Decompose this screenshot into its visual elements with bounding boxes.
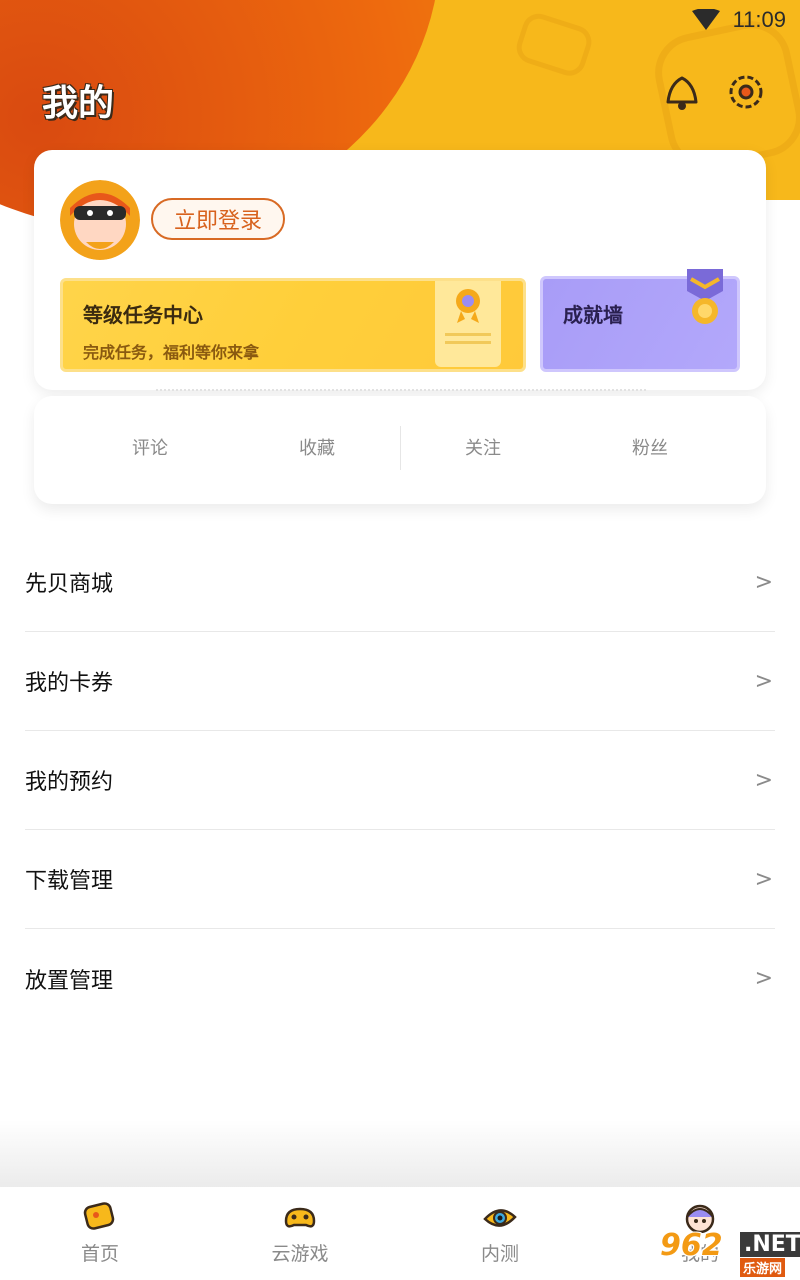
watermark-suffix: .NET xyxy=(740,1232,800,1257)
profile-card: 立即登录 等级任务中心 完成任务，福利等你来拿 成就墙 xyxy=(34,150,766,390)
watermark-site: 乐游网 xyxy=(740,1258,786,1277)
menu-item-label: 先贝商城 xyxy=(25,572,114,597)
login-button[interactable]: 立即登录 xyxy=(151,198,285,240)
chevron-right-icon: > xyxy=(754,866,773,892)
status-time: 11:09 xyxy=(732,7,786,32)
nav-tab-cloud-game[interactable]: 云游戏 xyxy=(200,1187,400,1280)
settings-gear-icon[interactable] xyxy=(724,70,768,114)
menu-item-reservations[interactable]: 我的预约 > xyxy=(25,731,775,830)
stat-fans[interactable]: 粉丝 xyxy=(600,434,700,460)
dotted-divider xyxy=(156,389,646,391)
menu-item-placement[interactable]: 放置管理 > xyxy=(25,929,775,1028)
task-center-title: 等级任务中心 xyxy=(83,303,203,327)
nav-tab-beta[interactable]: 内测 xyxy=(400,1187,600,1280)
wifi-icon xyxy=(691,9,720,30)
chevron-right-icon: > xyxy=(754,767,773,793)
chevron-right-icon: > xyxy=(754,966,773,991)
avatar[interactable] xyxy=(60,180,140,260)
stat-comments[interactable]: 评论 xyxy=(100,434,200,460)
home-icon xyxy=(83,1202,115,1230)
gamepad-decoration-icon xyxy=(516,13,592,76)
bottom-nav-shadow xyxy=(0,1120,800,1188)
menu-item-downloads[interactable]: 下载管理 > xyxy=(25,830,775,929)
menu-item-label: 放置管理 xyxy=(25,968,114,994)
menu-item-label: 我的预约 xyxy=(25,770,114,795)
menu-item-label: 我的卡券 xyxy=(25,671,114,696)
chevron-right-icon: > xyxy=(754,569,773,595)
medal-icon xyxy=(687,269,723,324)
beta-eye-icon xyxy=(483,1209,517,1227)
nav-label: 首页 xyxy=(80,1243,119,1265)
site-watermark: 962 .NET 乐游网 xyxy=(660,1228,800,1277)
nav-label: 云游戏 xyxy=(271,1243,329,1265)
watermark-number: 962 xyxy=(660,1228,723,1263)
menu-item-label: 下载管理 xyxy=(25,869,114,894)
bell-icon[interactable] xyxy=(660,70,704,114)
achievement-wall-card[interactable]: 成就墙 xyxy=(540,269,740,372)
page-title: 我的 xyxy=(42,83,115,124)
menu-item-shop[interactable]: 先贝商城 > xyxy=(25,533,775,632)
nav-label: 内测 xyxy=(480,1243,519,1265)
achievement-wall-title: 成就墙 xyxy=(563,303,623,327)
menu-list: 先贝商城 > 我的卡券 > 我的预约 > 下载管理 > 放置管理 > xyxy=(25,533,775,1028)
menu-item-coupons[interactable]: 我的卡券 > xyxy=(25,632,775,731)
status-bar: 11:09 xyxy=(691,0,800,40)
stats-bar: 评论 收藏 关注 粉丝 xyxy=(34,396,766,504)
stat-favorites[interactable]: 收藏 xyxy=(267,434,367,460)
cloud-game-icon xyxy=(284,1207,316,1228)
task-center-subtitle: 完成任务，福利等你来拿 xyxy=(83,343,260,362)
task-center-card[interactable]: 等级任务中心 完成任务，福利等你来拿 xyxy=(60,278,526,372)
stats-divider xyxy=(400,426,401,470)
chevron-right-icon: > xyxy=(754,668,773,694)
stat-following[interactable]: 关注 xyxy=(433,434,533,460)
nav-tab-home[interactable]: 首页 xyxy=(0,1187,200,1280)
certificate-icon xyxy=(435,281,501,367)
